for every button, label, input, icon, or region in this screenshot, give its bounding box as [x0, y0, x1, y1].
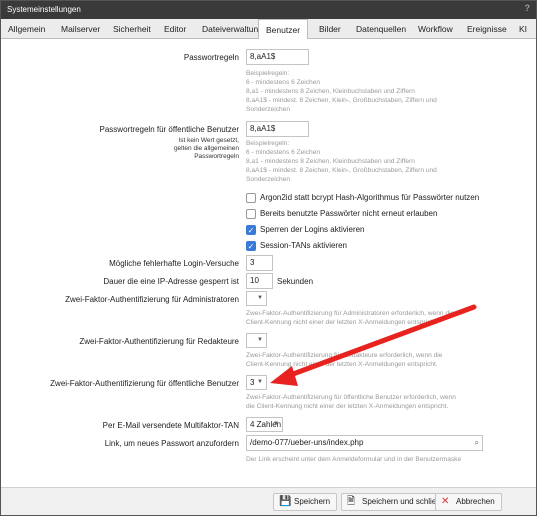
twofa-admin-label: Zwei-Faktor-Authentifizierung für Admini…: [65, 295, 239, 304]
ip-block-label: Dauer die eine IP-Adresse gesperrt ist: [103, 277, 239, 286]
tab-workflow[interactable]: Workflow: [418, 19, 453, 39]
argon2-label: Argon2id statt bcrypt Hash-Algorithmus f…: [260, 193, 480, 202]
login-lock-label: Sperren der Logins aktivieren: [260, 225, 365, 234]
tab-bilder[interactable]: Bilder: [319, 19, 341, 39]
argon2-checkbox[interactable]: [246, 193, 256, 203]
chevron-down-icon: ▼: [257, 337, 263, 343]
twofa-admin-select[interactable]: ▼: [246, 291, 267, 306]
pw-rules-label: Passwortregeln: [183, 53, 239, 62]
tab-sicherheit[interactable]: Sicherheit: [113, 19, 151, 39]
save-button[interactable]: 💾 Speichern: [273, 493, 338, 511]
twofa-public-select[interactable]: 3 ▼: [246, 375, 267, 390]
pw-rules-public-sublabel: Ist kein Wert gesetzt, gelten die allgem…: [173, 137, 239, 160]
floppy-icon: 💾: [279, 496, 292, 507]
close-icon: ✕: [441, 496, 450, 507]
twofa-editor-select[interactable]: ▼: [246, 333, 267, 348]
chevron-down-icon: ▼: [273, 421, 279, 427]
tab-bar: Allgemein Mailserver Sicherheit Editor D…: [1, 19, 536, 40]
login-lock-checkbox[interactable]: ✓: [246, 225, 256, 235]
tab-ki[interactable]: KI: [519, 19, 527, 39]
tab-allgemein[interactable]: Allgemein: [8, 19, 45, 39]
settings-window: Systemeinstellungen ? Allgemein Mailserv…: [0, 0, 537, 516]
help-icon[interactable]: ?: [525, 4, 531, 13]
floppy-check-icon: 🗎: [347, 496, 356, 507]
mfa-tan-label: Per E-Mail versendete Multifaktor-TAN: [102, 421, 239, 430]
pw-rules-help: Beispielregeln: 6 - mindestens 6 Zeichen…: [246, 70, 437, 113]
search-icon[interactable]: ⌕: [475, 436, 479, 450]
no-reuse-checkbox[interactable]: [246, 209, 256, 219]
pw-rules-public-input[interactable]: 8,aA1$: [246, 121, 309, 137]
tab-dateiverwaltung[interactable]: Dateiverwaltung: [202, 19, 263, 39]
title-bar: Systemeinstellungen ?: [1, 1, 536, 19]
ip-block-input[interactable]: 10: [246, 273, 273, 289]
login-attempts-input[interactable]: 3: [246, 255, 273, 271]
session-tan-checkbox[interactable]: ✓: [246, 241, 256, 251]
no-reuse-label: Bereits benutzte Passwörter nicht erneut…: [260, 209, 438, 218]
mfa-tan-select[interactable]: 4 Zahlen ▼: [246, 417, 283, 432]
cancel-button[interactable]: ✕ Abbrechen: [435, 493, 502, 511]
twofa-public-help: Zwei-Faktor-Authentifizierung für öffent…: [246, 394, 456, 410]
twofa-editor-label: Zwei-Faktor-Authentifizierung für Redakt…: [79, 337, 239, 346]
pw-rules-public-label: Passwortregeln für öffentliche Benutzer: [99, 125, 239, 134]
twofa-public-label: Zwei-Faktor-Authentifizierung für öffent…: [50, 379, 239, 388]
tab-editor[interactable]: Editor: [164, 19, 186, 39]
twofa-editor-help: Zwei-Faktor-Authentifizierung für Redakt…: [246, 352, 443, 368]
tab-mailserver[interactable]: Mailserver: [61, 19, 100, 39]
pw-rules-input[interactable]: 8,aA1$: [246, 49, 309, 65]
pw-rules-public-help: Beispielregeln: 6 - mindestens 6 Zeichen…: [246, 140, 437, 183]
reset-link-help: Der Link erscheint unter dem Anmeldeform…: [246, 456, 462, 463]
twofa-admin-help: Zwei-Faktor-Authentifizierung für Admini…: [246, 310, 455, 326]
tab-benutzer[interactable]: Benutzer: [258, 19, 309, 40]
login-attempts-label: Mögliche fehlerhafte Login-Versuche: [109, 259, 239, 268]
window-title: Systemeinstellungen: [7, 5, 81, 14]
chevron-down-icon: ▼: [257, 295, 263, 301]
settings-form: Passwortregeln 8,aA1$ Beispielregeln: 6 …: [1, 39, 536, 487]
tab-ereignisse[interactable]: Ereignisse: [467, 19, 507, 39]
session-tan-label: Session-TANs aktivieren: [260, 241, 347, 250]
reset-link-input[interactable]: /demo-077/ueber-uns/index.php ⌕: [246, 435, 483, 451]
reset-link-label: Link, um neues Passwort anzufordern: [104, 439, 239, 448]
tab-datenquellen[interactable]: Datenquellen: [356, 19, 406, 39]
chevron-down-icon: ▼: [257, 379, 263, 385]
ip-block-unit: Sekunden: [277, 277, 314, 286]
footer-bar: 💾 Speichern 🗎 Speichern und schließen ✕ …: [1, 487, 536, 515]
